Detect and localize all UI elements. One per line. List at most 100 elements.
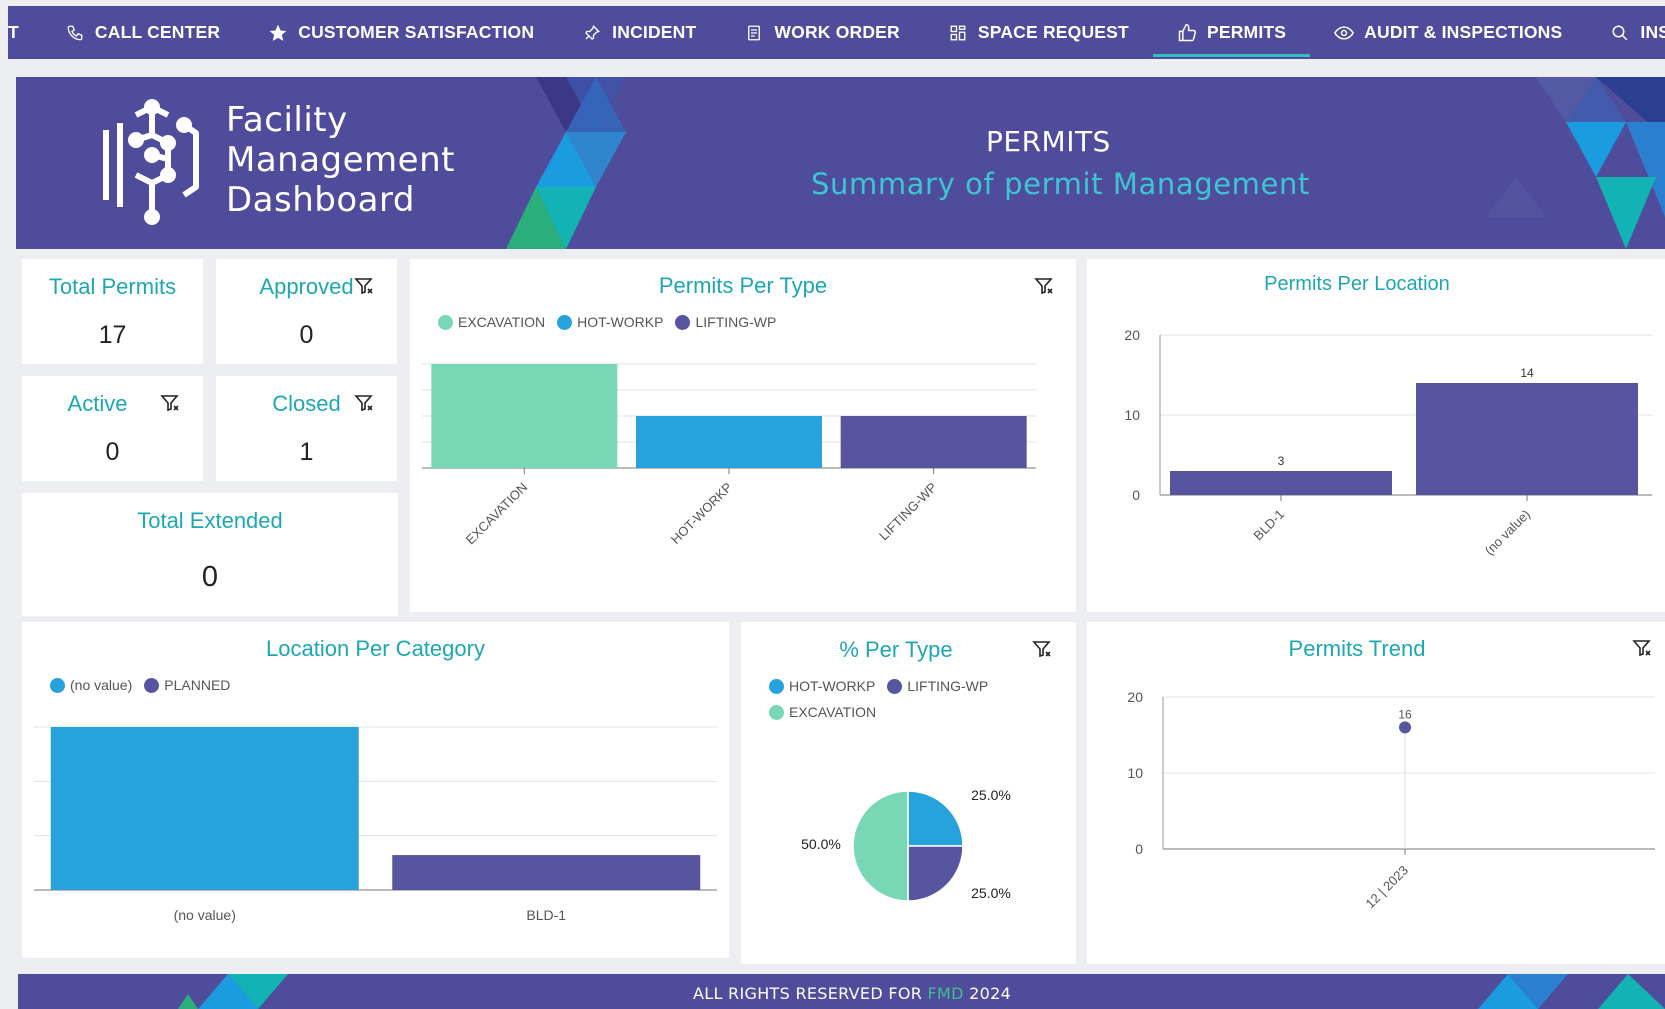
y-tick-label: 0	[1132, 487, 1140, 503]
eye-icon	[1334, 23, 1355, 43]
bar	[431, 364, 618, 468]
percent-per-type-chart: 25.0% 25.0% 50.0%	[801, 787, 1011, 902]
brand-line: Management	[226, 140, 455, 180]
nav-item-permits[interactable]: PERMITS	[1152, 6, 1311, 59]
pin-icon	[582, 23, 602, 43]
panel-permits-per-type: Permits Per Type EXCAVATION HOT-WORKP LI…	[410, 259, 1076, 612]
copyright-brand: FMD	[927, 984, 964, 1003]
kpi-approved: Approved 0	[216, 259, 397, 364]
y-tick-label: 20	[1127, 689, 1143, 705]
y-tick-label: 0	[1135, 841, 1143, 857]
bar	[636, 416, 822, 468]
nav-item-space-request[interactable]: SPACE REQUEST	[924, 6, 1153, 59]
nav-item-customer-satisfaction[interactable]: CUSTOMER SATISFACTION	[244, 6, 558, 59]
panel-location-per-category: Location Per Category (no value) PLANNED…	[22, 622, 729, 958]
brand: Facility Management Dashboard	[96, 95, 455, 225]
x-tick-label: BLD-1	[1250, 507, 1287, 544]
copyright-text: ALL RIGHTS RESERVED FOR FMD 2024	[693, 984, 1011, 1003]
x-tick-label: LIFTING-WP	[876, 480, 940, 544]
kpi-value: 0	[201, 561, 219, 593]
nav-item-incident[interactable]: INCIDENT	[558, 6, 720, 59]
kpi-label: Total Permits	[48, 274, 177, 299]
footer-decoration-left	[178, 974, 288, 1009]
star-icon	[268, 23, 288, 43]
nav-item-audit-inspections[interactable]: AUDIT & INSPECTIONS	[1310, 6, 1586, 59]
nav-item-label: WORK ORDER	[774, 22, 900, 42]
data-label: 3	[1278, 454, 1285, 468]
banner-decoration-left	[506, 77, 626, 249]
pie-slice	[907, 845, 964, 902]
x-tick-label: (no value)	[174, 907, 236, 923]
footer-decoration-right	[1478, 974, 1665, 1009]
data-label: 25.0%	[971, 787, 1011, 803]
data-point	[1399, 721, 1411, 734]
pie-slice	[852, 790, 909, 902]
banner-decoration-right	[1486, 77, 1665, 249]
data-label: 16	[1398, 707, 1412, 721]
top-navigation-bar: T CALL CENTER CUSTOMER SATISFACTION INCI…	[8, 6, 1665, 59]
x-tick-label: HOT-WORKP	[668, 480, 735, 547]
page-subtitle: Summary of permit Management	[811, 167, 1310, 201]
data-label: 50.0%	[801, 836, 841, 852]
copyright-year: 2024	[969, 984, 1012, 1003]
panel-permits-trend: Permits Trend 0 10 20 16 12 | 2023	[1087, 622, 1665, 964]
nav-item-label: CALL CENTER	[94, 22, 221, 42]
data-label: 25.0%	[971, 885, 1011, 901]
nav-item-work-order[interactable]: WORK ORDER	[720, 6, 923, 59]
filter-icon[interactable]	[160, 393, 180, 413]
bar	[840, 416, 1027, 468]
data-label: 14	[1520, 366, 1534, 380]
y-tick-label: 10	[1124, 407, 1140, 423]
nav-item-label: CUSTOMER SATISFACTION	[298, 22, 535, 42]
permits-per-type-chart: EXCAVATION HOT-WORKP LIFTING-WP	[422, 363, 1036, 548]
nav-item-cutoff[interactable]: T	[8, 6, 41, 59]
kpi-closed: Closed 1	[216, 376, 397, 481]
panel-percent-per-type: % Per Type HOT-WORKP LIFTING-WP EXCAVATI…	[741, 622, 1076, 964]
x-tick-label: 12 | 2023	[1362, 863, 1411, 912]
permits-trend-chart: 0 10 20 16 12 | 2023	[1127, 689, 1655, 912]
filter-icon[interactable]	[354, 276, 374, 296]
kpi-label: Total Extended	[137, 508, 283, 533]
y-tick-label: 20	[1124, 327, 1140, 343]
nav-item-label: T	[8, 22, 19, 42]
nav-item-label: PERMITS	[1206, 22, 1287, 42]
clipboard-icon	[744, 23, 764, 43]
kpi-active: Active 0	[22, 376, 203, 481]
panel-permits-per-location: Permits Per Location 0 10 20 3 BLD-1 14 (no va…	[1087, 259, 1665, 612]
pie-slice	[907, 790, 964, 847]
bar	[50, 727, 359, 890]
kpi-value: 0	[105, 438, 120, 466]
x-tick-label: BLD-1	[526, 907, 566, 923]
copyright-label: ALL RIGHTS RESERVED FOR	[693, 984, 923, 1003]
kpi-value: 0	[299, 321, 314, 349]
nav-item-inspections[interactable]: INSPEC	[1586, 6, 1665, 59]
nav-item-label: INSPEC	[1640, 22, 1665, 42]
nav-item-label: INCIDENT	[612, 22, 697, 42]
filter-icon[interactable]	[354, 393, 374, 413]
footer: ALL RIGHTS RESERVED FOR FMD 2024	[18, 974, 1665, 1009]
brand-line: Facility	[226, 100, 348, 140]
y-tick-label: 10	[1127, 765, 1143, 781]
brand-line: Dashboard	[226, 180, 415, 220]
nav-item-call-center[interactable]: CALL CENTER	[41, 6, 244, 59]
bar	[1170, 471, 1392, 495]
kpi-total-permits: Total Permits 17	[22, 259, 203, 364]
location-per-category-chart: (no value) BLD-1	[34, 726, 717, 923]
fmd-logo-icon	[103, 99, 199, 225]
nav-item-label: SPACE REQUEST	[977, 22, 1129, 42]
kpi-total-extended: Total Extended 0	[22, 493, 398, 616]
thumbs-up-icon	[1177, 23, 1197, 43]
header-banner: Facility Management Dashboard PERMITS Su…	[16, 77, 1665, 249]
brand-name: Facility Management Dashboard	[226, 100, 455, 220]
x-tick-label: (no value)	[1482, 507, 1533, 558]
page-title: PERMITS	[986, 125, 1111, 158]
permits-per-location-chart: 0 10 20 3 BLD-1 14 (no value)	[1124, 327, 1652, 558]
x-tick-label: EXCAVATION	[463, 480, 531, 548]
kpi-value: 1	[299, 438, 314, 466]
nav-item-label: AUDIT & INSPECTIONS	[1364, 22, 1563, 42]
phone-icon	[65, 23, 85, 43]
grid-icon	[948, 23, 968, 43]
search-icon	[1610, 23, 1630, 43]
bar	[1416, 383, 1638, 495]
kpi-value: 17	[98, 321, 127, 349]
